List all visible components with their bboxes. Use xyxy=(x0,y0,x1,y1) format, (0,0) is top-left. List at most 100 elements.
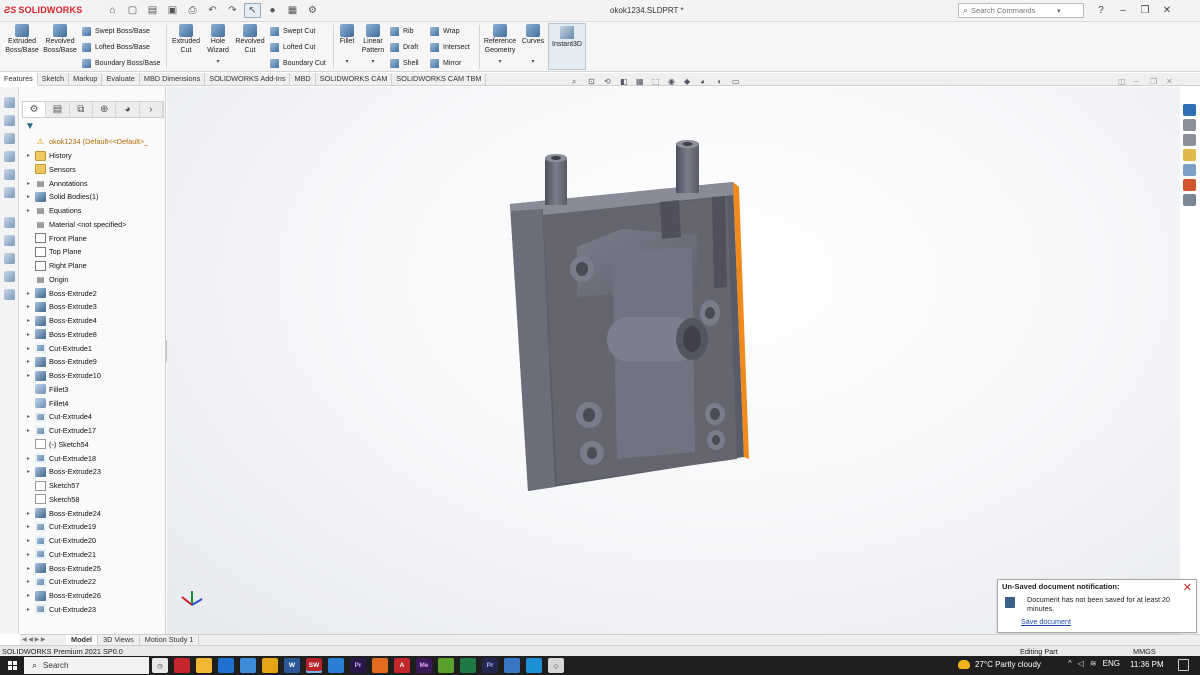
curves-button[interactable]: Curves ▾ xyxy=(519,24,547,66)
tree-item[interactable]: ▸ Boss-Extrude25 xyxy=(20,561,156,575)
graphics-viewport[interactable] xyxy=(167,87,1180,634)
app-icon[interactable] xyxy=(460,658,476,673)
tab-scroll-arrows-icon[interactable]: ◀ ◀ ▶ ▶ xyxy=(20,635,66,645)
tree-item[interactable]: Top Plane xyxy=(20,245,156,259)
tree-item[interactable]: ▸ Cut-Extrude20 xyxy=(20,534,156,548)
part-slot[interactable] xyxy=(712,196,727,288)
chevron-down-icon[interactable]: ▾ xyxy=(498,58,501,67)
expand-arrow-icon[interactable]: ▸ xyxy=(24,592,33,599)
scenes-icon[interactable] xyxy=(1183,179,1196,191)
windows-start-icon[interactable] xyxy=(8,661,17,670)
tab-markup[interactable]: Markup xyxy=(69,73,103,86)
reference-geometry-button[interactable]: Reference Geometry ▾ xyxy=(482,24,518,67)
expand-arrow-icon[interactable]: ▸ xyxy=(24,455,33,462)
swept-cut-button[interactable]: Swept Cut xyxy=(270,26,315,37)
part-lug-hole[interactable] xyxy=(583,408,595,422)
apply-scene-icon[interactable]: ◑ xyxy=(716,77,732,87)
select-arrow-icon[interactable]: ↖ xyxy=(244,3,261,18)
tab-sketch[interactable]: Sketch xyxy=(38,73,70,86)
tree-item[interactable]: ▸ ▤ Equations xyxy=(20,204,156,218)
swept-boss-button[interactable]: Swept Boss/Base xyxy=(82,26,150,37)
tree-item[interactable]: ▸ Cut-Extrude19 xyxy=(20,520,156,534)
view-orientation-icon[interactable]: ⬚ xyxy=(652,77,668,87)
notification-close-icon[interactable]: ✕ xyxy=(1183,581,1192,594)
tree-item[interactable]: ▸ Cut-Extrude23 xyxy=(20,603,156,617)
model-tab-model[interactable]: Model xyxy=(66,635,99,645)
appearances-icon[interactable] xyxy=(1183,164,1196,176)
view-tool-icon[interactable] xyxy=(4,253,15,264)
display-style-icon[interactable]: ◉ xyxy=(668,77,684,87)
expand-arrow-icon[interactable]: ▸ xyxy=(24,193,33,200)
new-document-icon[interactable]: ▢ xyxy=(124,3,141,18)
tree-item[interactable]: ▸ Boss-Extrude24 xyxy=(20,506,156,520)
expand-arrow-icon[interactable]: ▸ xyxy=(24,565,33,572)
print-icon[interactable]: ⎙ xyxy=(184,3,201,18)
tree-item[interactable]: Fillet4 xyxy=(20,396,156,410)
draft-button[interactable]: Draft xyxy=(390,42,418,53)
help-icon[interactable]: ? xyxy=(1090,3,1112,18)
tree-item[interactable]: ▸ Boss-Extrude4 xyxy=(20,314,156,328)
tab-solidworks-cam-tbm[interactable]: SOLIDWORKS CAM TBM xyxy=(392,73,487,86)
section-view-icon[interactable]: ◧ xyxy=(620,77,636,87)
expand-arrow-icon[interactable]: ▸ xyxy=(24,537,33,544)
edge-browser-icon[interactable] xyxy=(218,658,234,673)
clock-app-icon[interactable]: ◷ xyxy=(152,658,168,673)
intersect-button[interactable]: Intersect xyxy=(430,42,470,53)
part-lug-hole[interactable] xyxy=(705,307,715,319)
search-commands-input[interactable] xyxy=(971,6,1058,15)
view-tool-icon[interactable] xyxy=(4,97,15,108)
design-library-icon[interactable] xyxy=(1183,119,1196,131)
view-tool-icon[interactable] xyxy=(4,169,15,180)
rib-button[interactable]: Rib xyxy=(390,26,414,37)
expand-arrow-icon[interactable]: ▸ xyxy=(24,358,33,365)
tree-item[interactable]: Sketch57 xyxy=(20,479,156,493)
chevron-right-icon[interactable]: › xyxy=(140,102,163,117)
app-icon[interactable] xyxy=(526,658,542,673)
expand-arrow-icon[interactable]: ▸ xyxy=(24,468,33,475)
zoom-area-icon[interactable]: ⊡ xyxy=(588,77,604,87)
property-manager-tab-icon[interactable]: ▤ xyxy=(46,102,70,117)
solidworks-taskbar-icon[interactable]: SW xyxy=(306,658,322,673)
chevron-down-icon[interactable]: ▾ xyxy=(1057,7,1061,15)
close-icon[interactable]: ✕ xyxy=(1156,3,1178,18)
part-standoff-left[interactable] xyxy=(545,157,567,205)
word-icon[interactable]: W xyxy=(284,658,300,673)
part-standoff-hole[interactable] xyxy=(682,142,693,146)
part-lug-hole[interactable] xyxy=(712,435,720,445)
previous-view-icon[interactable]: ⟲ xyxy=(604,77,620,87)
expand-arrow-icon[interactable]: ▸ xyxy=(24,345,33,352)
tree-item[interactable]: ▸ Cut-Extrude1 xyxy=(20,341,156,355)
expand-arrow-icon[interactable]: ▸ xyxy=(24,290,33,297)
viewport-close-icon[interactable]: ✕ xyxy=(1166,77,1182,86)
revolved-boss-button[interactable]: Revolved Boss/Base xyxy=(42,24,78,55)
rebuild-icon[interactable]: ● xyxy=(264,3,281,18)
undo-icon[interactable]: ↶ xyxy=(204,3,221,18)
save-document-link[interactable]: Save document xyxy=(1021,617,1071,626)
app-icon[interactable] xyxy=(174,658,190,673)
edit-appearance-icon[interactable]: ◕ xyxy=(700,77,716,87)
input-language[interactable]: ENG xyxy=(1103,659,1120,668)
linear-pattern-button[interactable]: Linear Pattern ▾ xyxy=(360,24,386,67)
wifi-icon[interactable]: ≋ xyxy=(1090,659,1097,668)
view-tool-icon[interactable] xyxy=(4,151,15,162)
view-tool-icon[interactable] xyxy=(4,187,15,198)
unit-system[interactable]: MMGS xyxy=(1133,647,1156,656)
search-commands-box[interactable]: ⌕ ▾ xyxy=(958,3,1084,18)
minimize-icon[interactable]: – xyxy=(1112,3,1134,18)
tab-solidworks-add-ins[interactable]: SOLIDWORKS Add-Ins xyxy=(205,73,291,86)
tree-item[interactable]: ▸ Boss-Extrude26 xyxy=(20,589,156,603)
tree-item[interactable]: ▤ Origin xyxy=(20,273,156,287)
hide-show-items-icon[interactable]: ◆ xyxy=(684,77,700,87)
tree-item[interactable]: ▸ History xyxy=(20,149,156,163)
app-icon[interactable] xyxy=(438,658,454,673)
expand-arrow-icon[interactable]: ▸ xyxy=(24,303,33,310)
expand-arrow-icon[interactable]: ▸ xyxy=(24,551,33,558)
extruded-boss-button[interactable]: Extruded Boss/Base xyxy=(5,24,39,55)
part-lug-hole[interactable] xyxy=(710,408,720,420)
view-tool-icon[interactable] xyxy=(4,235,15,246)
tab-features[interactable]: Features xyxy=(0,73,38,86)
tree-item[interactable]: ▸ Cut-Extrude22 xyxy=(20,575,156,589)
tree-item[interactable]: Right Plane xyxy=(20,259,156,273)
expand-arrow-icon[interactable]: ▸ xyxy=(24,578,33,585)
vscode-icon[interactable] xyxy=(328,658,344,673)
